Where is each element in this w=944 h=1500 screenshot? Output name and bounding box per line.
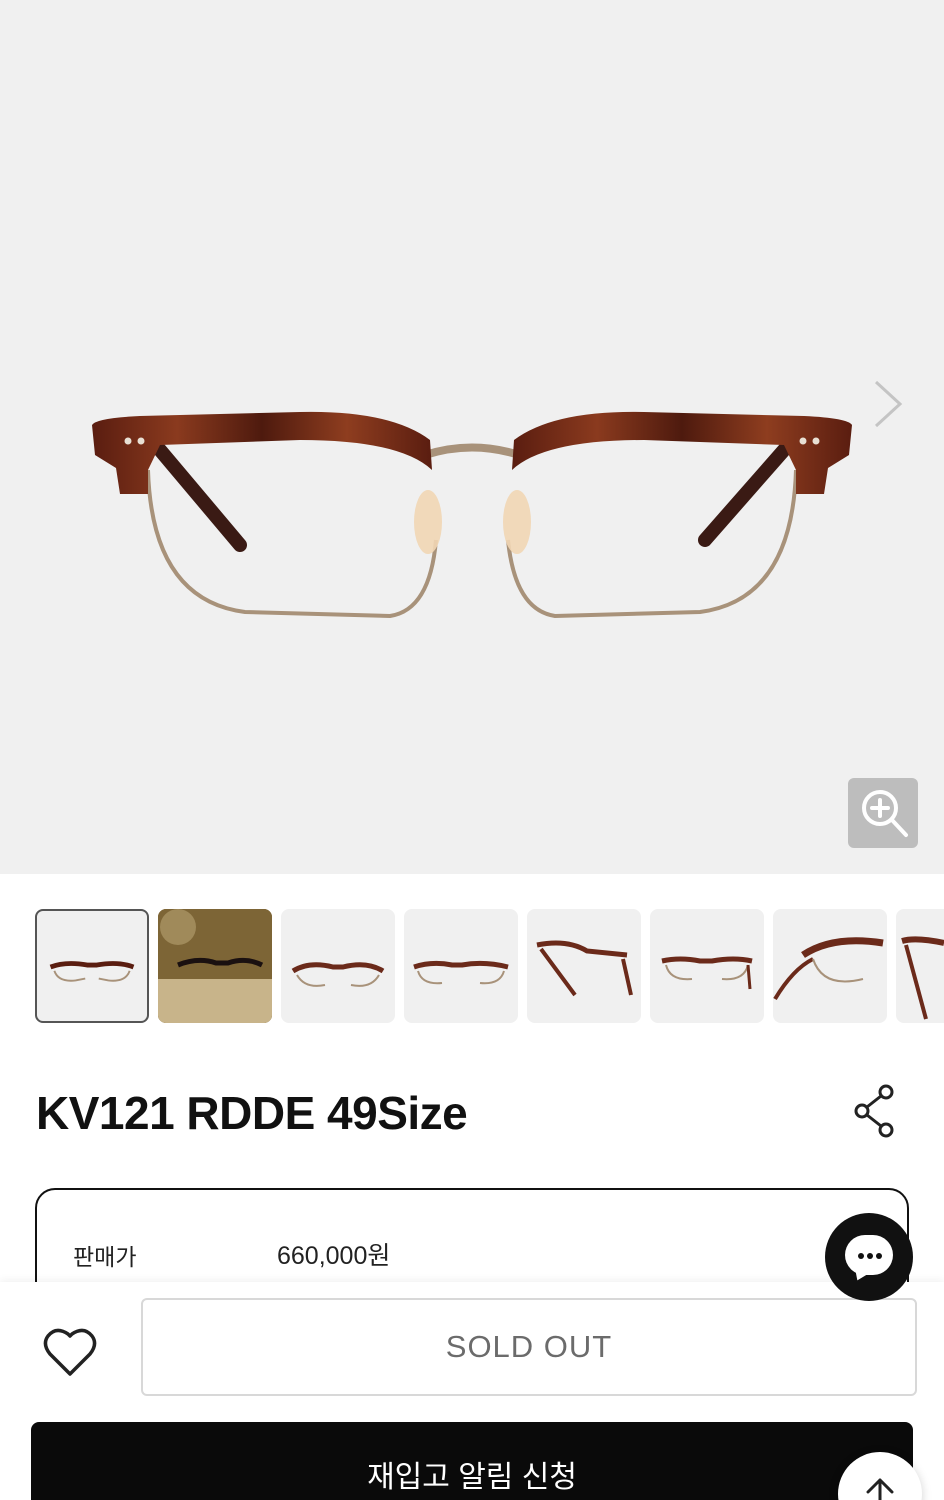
product-main-image[interactable] — [0, 0, 944, 874]
price-value: 660,000원 — [277, 1242, 391, 1270]
bottom-action-bar: SOLD OUT 재입고 알림 신청 — [0, 1282, 944, 1500]
thumbnail-2[interactable] — [158, 909, 272, 1023]
heart-icon — [43, 1328, 97, 1376]
restock-alert-button[interactable]: 재입고 알림 신청 — [31, 1422, 913, 1500]
thumbnail-strip[interactable] — [0, 909, 944, 1025]
share-icon — [854, 1084, 894, 1138]
thumbnail-4[interactable] — [404, 909, 518, 1023]
price-label: 판매가 — [73, 1244, 137, 1270]
thumbnail-6[interactable] — [650, 909, 764, 1023]
zoom-in-icon — [862, 790, 908, 837]
sold-out-button[interactable]: SOLD OUT — [141, 1298, 917, 1396]
thumbnail-image — [661, 956, 753, 990]
thumbnail-5[interactable] — [527, 909, 641, 1023]
product-title: KV121 RDDE 49Size — [36, 1087, 468, 1139]
thumbnail-image — [901, 936, 944, 1020]
thumbnail-image — [773, 937, 884, 1001]
thumbnail-image — [536, 940, 633, 997]
zoom-button[interactable] — [848, 778, 918, 848]
share-button[interactable] — [848, 1082, 904, 1140]
chat-button[interactable] — [825, 1213, 913, 1301]
thumbnail-image — [158, 909, 272, 1023]
thumbnail-1[interactable] — [35, 909, 149, 1023]
arrow-up-icon — [866, 1478, 894, 1500]
thumbnail-7[interactable] — [773, 909, 887, 1023]
thumbnail-image — [413, 960, 509, 985]
thumbnail-3[interactable] — [281, 909, 395, 1023]
thumbnail-8[interactable] — [896, 909, 944, 1023]
thumbnail-image — [49, 961, 135, 982]
thumbnail-image — [291, 962, 385, 987]
glasses-image — [92, 411, 852, 619]
chat-dots — [858, 1253, 882, 1259]
wishlist-button[interactable] — [40, 1322, 100, 1382]
chevron-right-icon — [874, 380, 903, 428]
next-image-button[interactable] — [862, 372, 912, 436]
